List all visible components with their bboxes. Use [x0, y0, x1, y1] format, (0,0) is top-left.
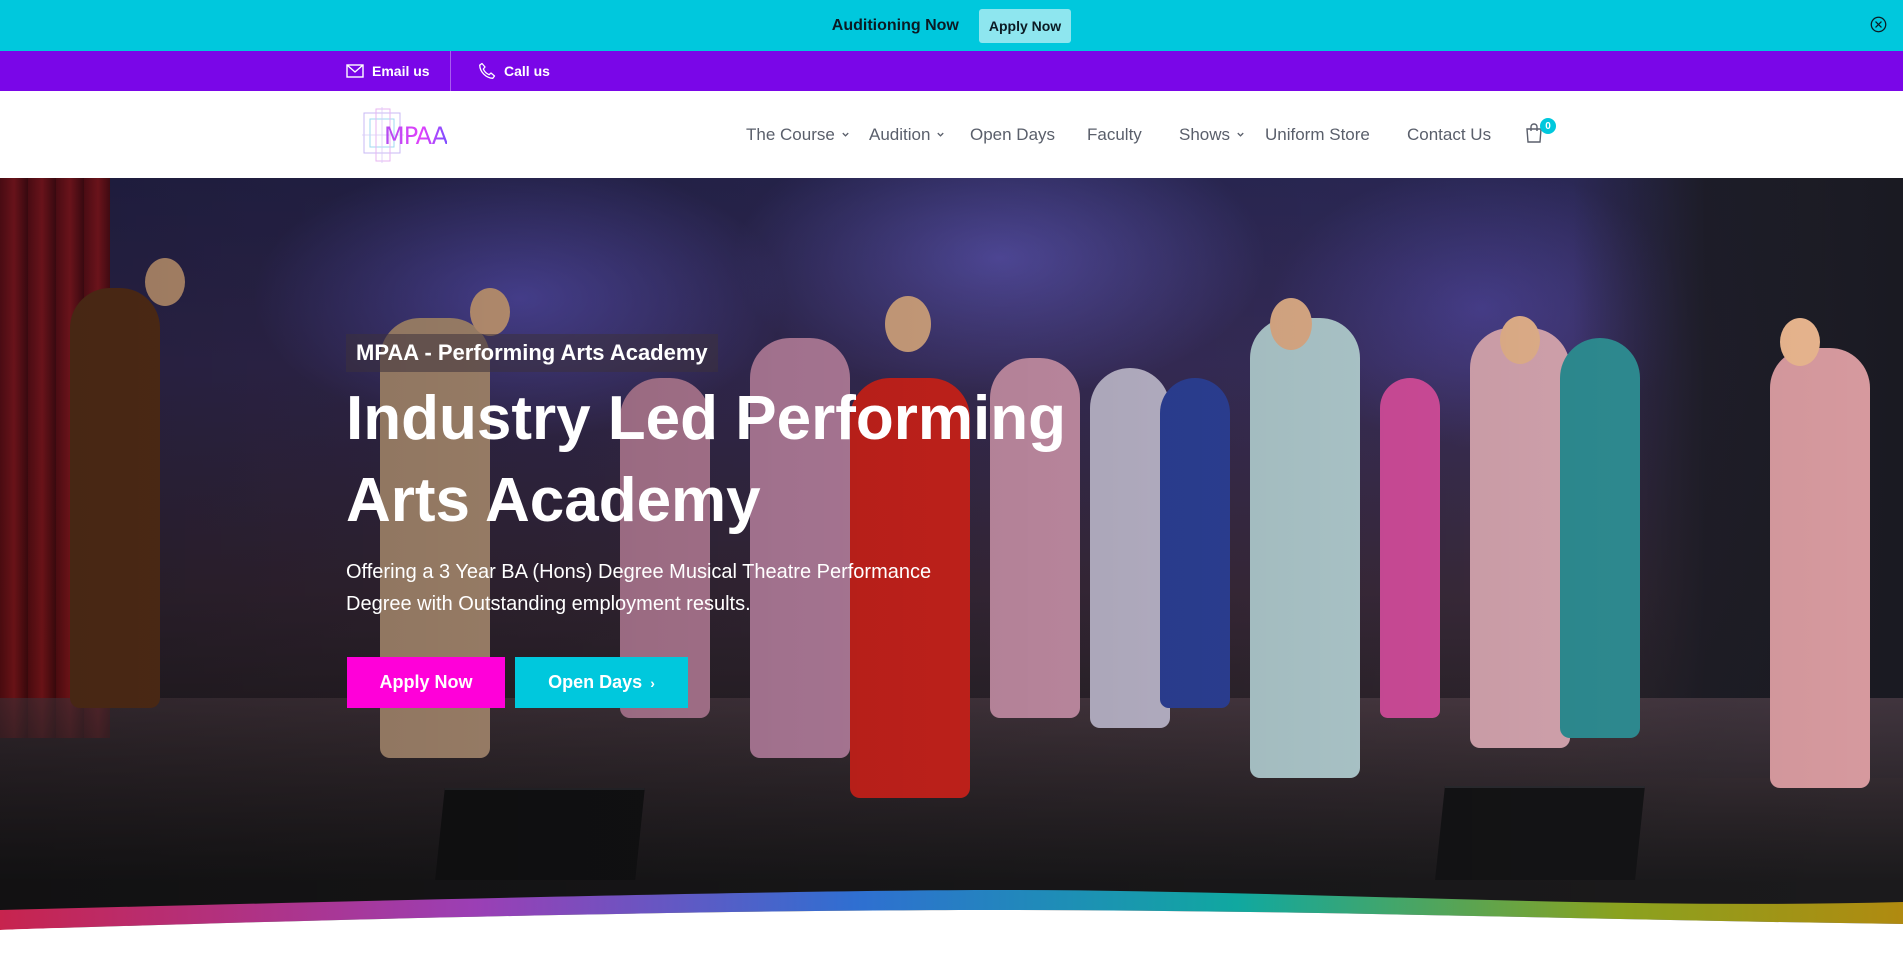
logo-text: MPAA — [384, 122, 448, 150]
email-link[interactable]: Email us — [346, 51, 430, 91]
open-days-button[interactable]: Open Days › — [515, 657, 688, 708]
nav-uniform-store[interactable]: Uniform Store — [1265, 91, 1370, 178]
call-label: Call us — [504, 63, 550, 79]
email-label: Email us — [372, 63, 430, 79]
nav-shows[interactable]: Shows — [1179, 91, 1245, 178]
nav-open-days[interactable]: Open Days — [970, 91, 1055, 178]
nav-label: Audition — [869, 124, 931, 144]
apply-now-button[interactable]: Apply Now — [347, 657, 505, 708]
phone-icon — [479, 62, 496, 79]
nav-label: The Course — [746, 124, 835, 144]
nav-label: Open Days — [970, 124, 1056, 144]
nav-faculty[interactable]: Faculty — [1087, 91, 1142, 178]
apply-now-label: Apply Now — [379, 672, 473, 692]
chevron-down-icon — [1237, 132, 1244, 137]
announcement-apply-button[interactable]: Apply Now — [978, 8, 1072, 43]
call-link[interactable]: Call us — [478, 51, 550, 91]
nav-contact-us[interactable]: Contact Us — [1407, 91, 1491, 178]
nav-label: Shows — [1179, 124, 1231, 144]
chevron-right-icon: › — [650, 674, 655, 691]
open-days-label: Open Days — [548, 672, 643, 692]
close-icon[interactable] — [1870, 16, 1887, 33]
hero-section: MPAA - Performing Arts Academy Industry … — [0, 178, 1903, 928]
hero-tagline: MPAA - Performing Arts Academy — [346, 334, 718, 372]
nav-label: Contact Us — [1407, 124, 1492, 144]
hero-title: Industry Led Performing Arts Academy — [346, 384, 1066, 535]
contact-divider — [450, 51, 451, 91]
chevron-down-icon — [842, 132, 849, 137]
site-logo[interactable]: MPAA — [360, 105, 450, 165]
hero-subtitle: Offering a 3 Year BA (Hons) Degree Music… — [346, 561, 932, 615]
announcement-bar: Auditioning Now Apply Now — [0, 0, 1903, 51]
nav-label: Faculty — [1087, 124, 1142, 144]
cart-count-badge: 0 — [1540, 118, 1556, 134]
nav-the-course[interactable]: The Course — [746, 91, 850, 178]
mail-icon — [346, 64, 364, 78]
contact-bar: Email us Call us — [0, 51, 1903, 91]
hero-overlay — [0, 178, 1903, 928]
announcement-text: Auditioning Now — [831, 16, 959, 34]
nav-audition[interactable]: Audition — [869, 91, 945, 178]
chevron-down-icon — [937, 132, 945, 137]
hero-wave-divider — [0, 890, 1903, 940]
site-header: MPAA The Course Audition Open Days Facul… — [0, 91, 1903, 178]
nav-label: Uniform Store — [1265, 124, 1370, 144]
